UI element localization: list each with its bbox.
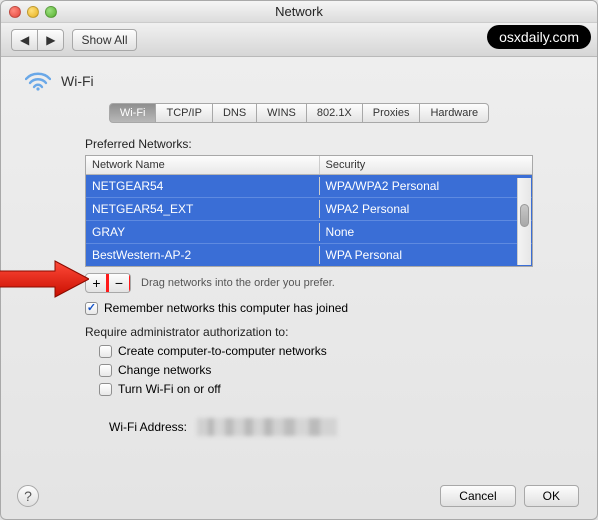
footer-buttons: Cancel OK (440, 485, 579, 507)
table-header: Network Name Security (86, 156, 532, 175)
tab-hardware[interactable]: Hardware (419, 103, 489, 123)
wifi-address-row: Wi-Fi Address: (109, 418, 533, 436)
ok-button[interactable]: OK (524, 485, 579, 507)
tab-proxies[interactable]: Proxies (362, 103, 421, 123)
table-row[interactable]: NETGEAR54_EXT WPA2 Personal (86, 198, 532, 221)
titlebar: Network (1, 1, 597, 23)
remove-button[interactable]: − (108, 274, 130, 292)
drag-hint: Drag networks into the order you prefer. (141, 277, 335, 289)
opt-turn-row: Turn Wi-Fi on or off (99, 382, 533, 396)
wifi-address-value (197, 418, 337, 436)
table-row[interactable]: GRAY None (86, 221, 532, 244)
remember-row: Remember networks this computer has join… (85, 301, 533, 315)
table-row[interactable]: BestWestern-AP-2 WPA Personal (86, 244, 532, 266)
add-remove-control: + − (85, 273, 131, 293)
nav-arrows: ◀ ▶ (11, 29, 64, 51)
tabs: Wi-Fi TCP/IP DNS WINS 802.1X Proxies Har… (15, 103, 583, 123)
add-button[interactable]: + (86, 274, 108, 292)
opt-create-label: Create computer-to-computer networks (118, 344, 327, 358)
cell-name: BestWestern-AP-2 (86, 246, 320, 264)
cell-security: WPA/WPA2 Personal (320, 177, 532, 195)
remember-checkbox[interactable] (85, 302, 98, 315)
page-title: Wi-Fi (61, 73, 94, 89)
cell-name: NETGEAR54 (86, 177, 320, 195)
col-security[interactable]: Security (320, 156, 532, 174)
add-remove-row: + − Drag networks into the order you pre… (85, 273, 533, 293)
cell-security: WPA2 Personal (320, 200, 532, 218)
col-network-name[interactable]: Network Name (86, 156, 320, 174)
preferred-networks-label: Preferred Networks: (85, 137, 533, 151)
wifi-address-label: Wi-Fi Address: (109, 420, 187, 434)
opt-change-row: Change networks (99, 363, 533, 377)
scrollbar-thumb[interactable] (520, 204, 529, 227)
preferred-networks-section: Preferred Networks: Network Name Securit… (15, 129, 583, 444)
content: Wi-Fi Wi-Fi TCP/IP DNS WINS 802.1X Proxi… (1, 57, 597, 519)
opt-create-checkbox[interactable] (99, 345, 112, 358)
tab-wins[interactable]: WINS (256, 103, 307, 123)
opt-turn-label: Turn Wi-Fi on or off (118, 382, 221, 396)
opt-change-label: Change networks (118, 363, 211, 377)
window-title: Network (1, 4, 597, 19)
wifi-icon (25, 71, 51, 91)
cell-name: NETGEAR54_EXT (86, 200, 320, 218)
tab-wifi[interactable]: Wi-Fi (109, 103, 157, 123)
header-row: Wi-Fi (15, 67, 583, 101)
tab-dns[interactable]: DNS (212, 103, 257, 123)
network-prefs-window: Network ◀ ▶ Show All osxdaily.com Wi-Fi … (0, 0, 598, 520)
table-row[interactable]: NETGEAR54 WPA/WPA2 Personal (86, 175, 532, 198)
cell-security: WPA Personal (320, 246, 532, 264)
opt-create-row: Create computer-to-computer networks (99, 344, 533, 358)
show-all-button[interactable]: Show All (72, 29, 136, 51)
networks-table: Network Name Security NETGEAR54 WPA/WPA2… (85, 155, 533, 267)
remember-label: Remember networks this computer has join… (104, 301, 348, 315)
tab-8021x[interactable]: 802.1X (306, 103, 363, 123)
cell-security: None (320, 223, 532, 241)
help-button[interactable]: ? (17, 485, 39, 507)
cancel-button[interactable]: Cancel (440, 485, 515, 507)
back-button[interactable]: ◀ (11, 29, 37, 51)
toolbar: ◀ ▶ Show All osxdaily.com (1, 23, 597, 57)
forward-button[interactable]: ▶ (37, 29, 64, 51)
require-label: Require administrator authorization to: (85, 325, 533, 339)
scrollbar[interactable] (517, 178, 531, 265)
table-rows: NETGEAR54 WPA/WPA2 Personal NETGEAR54_EX… (86, 175, 532, 266)
cell-name: GRAY (86, 223, 320, 241)
opt-change-checkbox[interactable] (99, 364, 112, 377)
help-icon: ? (24, 488, 32, 504)
opt-turn-checkbox[interactable] (99, 383, 112, 396)
tab-tcpip[interactable]: TCP/IP (155, 103, 212, 123)
watermark: osxdaily.com (487, 25, 591, 49)
